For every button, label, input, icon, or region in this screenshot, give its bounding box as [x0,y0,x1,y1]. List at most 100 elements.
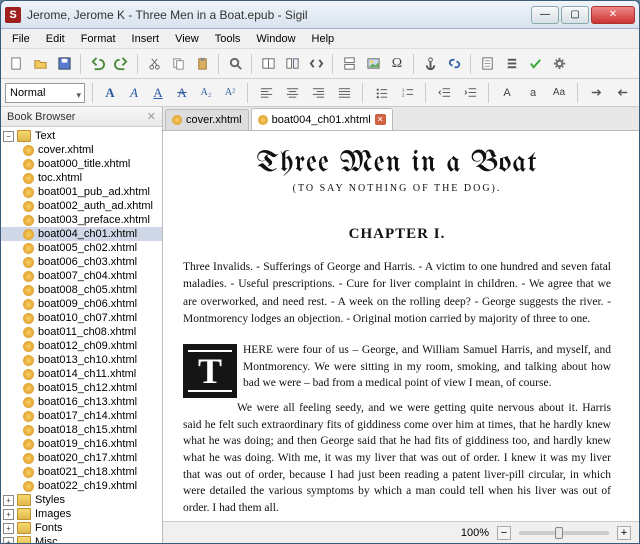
undo-icon[interactable] [86,53,108,75]
tab-cover[interactable]: cover.xhtml [165,109,249,130]
tab-ch01[interactable]: boat004_ch01.xhtml ✕ [251,108,393,130]
expand-icon[interactable]: + [3,509,14,520]
ltr-icon[interactable] [585,82,607,104]
menu-window[interactable]: Window [249,31,302,47]
menu-format[interactable]: Format [74,31,123,47]
toc-icon[interactable] [500,53,522,75]
strike-icon[interactable]: A [172,83,192,103]
folder-fonts[interactable]: +Fonts [1,521,162,535]
rtl-icon[interactable] [611,82,633,104]
save-icon[interactable] [53,53,75,75]
expand-icon[interactable]: + [3,523,14,534]
underline-icon[interactable]: A [148,83,168,103]
anchor-icon[interactable] [419,53,441,75]
document-viewport[interactable]: Three Men in a Boat (TO SAY NOTHING OF T… [163,131,639,521]
find-icon[interactable] [224,53,246,75]
tree-file[interactable]: boat016_ch13.xhtml [1,395,162,409]
tree-file[interactable]: boat013_ch10.xhtml [1,353,162,367]
expand-icon[interactable]: + [3,537,14,544]
folder-images[interactable]: +Images [1,507,162,521]
menu-edit[interactable]: Edit [39,31,72,47]
book-view-icon[interactable] [257,53,279,75]
zoom-out-button[interactable]: − [497,526,511,540]
collapse-icon[interactable]: − [3,131,14,142]
tree-file[interactable]: boat012_ch09.xhtml [1,339,162,353]
style-combo[interactable]: Normal [5,83,85,103]
italic-icon[interactable]: A [124,83,144,103]
link-icon[interactable] [443,53,465,75]
metadata-icon[interactable] [476,53,498,75]
menu-help[interactable]: Help [305,31,342,47]
tree-file[interactable]: boat015_ch12.xhtml [1,381,162,395]
tree-file[interactable]: boat010_ch07.xhtml [1,311,162,325]
special-char-icon[interactable]: Ω [386,53,408,75]
file-label: boat018_ch15.xhtml [38,424,137,436]
tree-file[interactable]: boat017_ch14.xhtml [1,409,162,423]
align-justify-icon[interactable] [333,82,355,104]
tree-file[interactable]: boat003_preface.xhtml [1,213,162,227]
zoom-in-button[interactable]: + [617,526,631,540]
case-lower-icon[interactable]: a [522,82,544,104]
tree-file[interactable]: boat008_ch05.xhtml [1,283,162,297]
tree-file[interactable]: boat007_ch04.xhtml [1,269,162,283]
maximize-button[interactable]: ▢ [561,6,589,24]
tree-file[interactable]: boat014_ch11.xhtml [1,367,162,381]
validate-icon[interactable] [524,53,546,75]
superscript-icon[interactable]: A² [220,83,240,103]
expand-icon[interactable]: + [3,495,14,506]
folder-misc[interactable]: +Misc [1,535,162,543]
tree-file[interactable]: boat004_ch01.xhtml [1,227,162,241]
tree-file[interactable]: boat019_ch16.xhtml [1,437,162,451]
align-right-icon[interactable] [307,82,329,104]
tree-file[interactable]: boat021_ch18.xhtml [1,465,162,479]
list-bullet-icon[interactable] [370,82,392,104]
close-button[interactable]: ✕ [591,6,635,24]
folder-text[interactable]: −Text [1,129,162,143]
redo-icon[interactable] [110,53,132,75]
titlebar[interactable]: S Jerome, Jerome K - Three Men in a Boat… [1,1,639,29]
tree-file[interactable]: boat009_ch06.xhtml [1,297,162,311]
tree-file[interactable]: boat002_auth_ad.xhtml [1,199,162,213]
folder-styles[interactable]: +Styles [1,493,162,507]
minimize-button[interactable]: — [531,6,559,24]
tree-file[interactable]: boat022_ch19.xhtml [1,479,162,493]
file-icon [172,115,182,125]
indent-more-icon[interactable] [459,82,481,104]
open-icon[interactable] [29,53,51,75]
menu-file[interactable]: File [5,31,37,47]
menu-insert[interactable]: Insert [125,31,167,47]
subscript-icon[interactable]: A₂ [196,83,216,103]
file-tree[interactable]: −Textcover.xhtmlboat000_title.xhtmltoc.x… [1,127,162,543]
image-icon[interactable] [362,53,384,75]
new-icon[interactable] [5,53,27,75]
tree-file[interactable]: boat005_ch02.xhtml [1,241,162,255]
zoom-slider[interactable] [519,531,609,535]
cut-icon[interactable] [143,53,165,75]
tree-file[interactable]: boat001_pub_ad.xhtml [1,185,162,199]
code-view-icon[interactable] [305,53,327,75]
tree-file[interactable]: boat020_ch17.xhtml [1,451,162,465]
case-upper-icon[interactable]: A [496,82,518,104]
split-icon[interactable] [338,53,360,75]
align-left-icon[interactable] [255,82,277,104]
tree-file[interactable]: boat011_ch08.xhtml [1,325,162,339]
zoom-thumb[interactable] [555,527,563,539]
tree-file[interactable]: cover.xhtml [1,143,162,157]
tab-close-icon[interactable]: ✕ [375,114,386,125]
copy-icon[interactable] [167,53,189,75]
settings-icon[interactable] [548,53,570,75]
panel-close-icon[interactable]: ✕ [147,110,156,123]
tree-file[interactable]: boat006_ch03.xhtml [1,255,162,269]
menu-view[interactable]: View [168,31,206,47]
align-center-icon[interactable] [281,82,303,104]
tree-file[interactable]: boat000_title.xhtml [1,157,162,171]
menu-tools[interactable]: Tools [208,31,248,47]
bold-icon[interactable]: A [100,83,120,103]
paste-icon[interactable] [191,53,213,75]
tree-file[interactable]: boat018_ch15.xhtml [1,423,162,437]
tree-file[interactable]: toc.xhtml [1,171,162,185]
split-view-icon[interactable] [281,53,303,75]
case-title-icon[interactable]: Aa [548,82,570,104]
indent-less-icon[interactable] [433,82,455,104]
list-number-icon[interactable]: 12 [396,82,418,104]
